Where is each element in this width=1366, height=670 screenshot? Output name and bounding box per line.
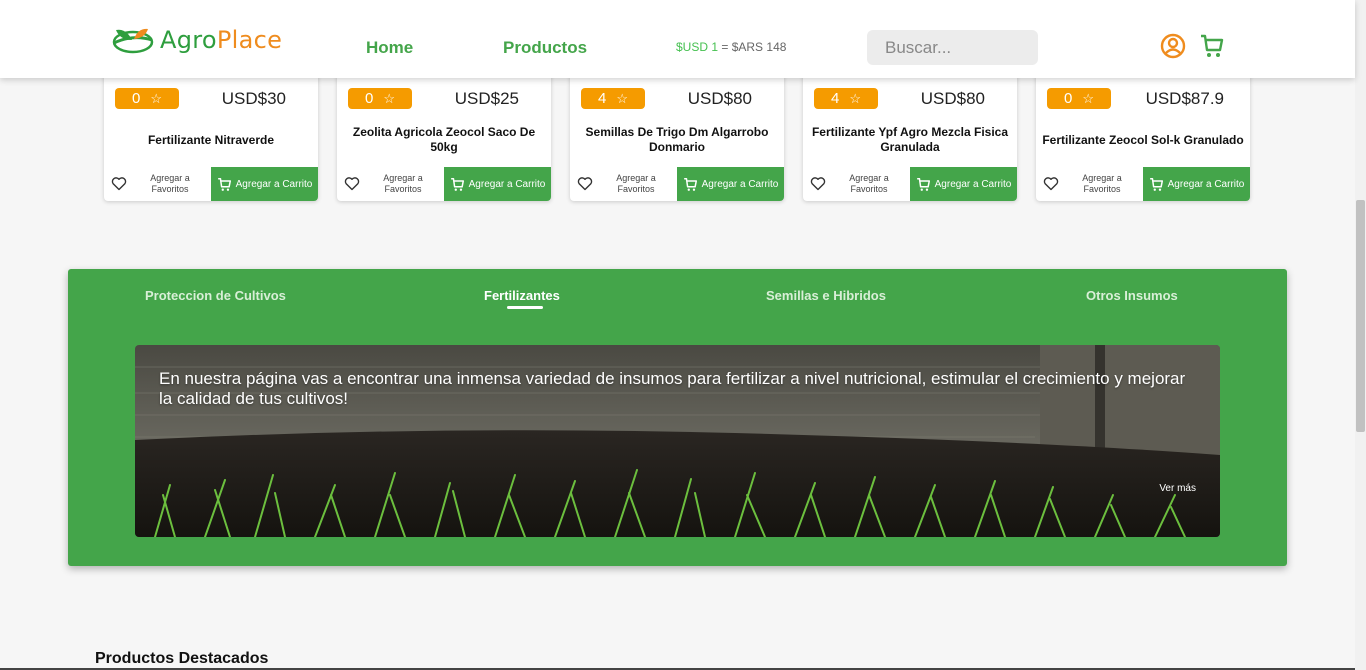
product-card[interactable]: 4 ☆ USD$80 Semillas De Trigo Dm Algarrobo… <box>570 70 784 201</box>
rating-badge: 4 ☆ <box>581 88 645 109</box>
product-name[interactable]: Zeolita Agricola Zeocol Saco De 50kg <box>343 123 545 157</box>
rating-badge: 0 ☆ <box>348 88 412 109</box>
heart-icon <box>344 177 360 191</box>
product-name[interactable]: Fertilizante Nitraverde <box>110 123 312 157</box>
heart-icon <box>810 177 826 191</box>
favorites-label: Agregar a Favoritos <box>150 173 190 194</box>
page-scrollbar[interactable] <box>1355 0 1366 670</box>
product-card[interactable]: 0 ☆ USD$25 Zeolita Agricola Zeocol Saco D… <box>337 70 551 201</box>
banner-description: En nuestra página vas a encontrar una in… <box>159 369 1186 408</box>
tab-proteccion-de-cultivos[interactable]: Proteccion de Cultivos <box>145 288 286 303</box>
cart-icon <box>217 177 231 191</box>
rating-value: 0 <box>132 90 141 107</box>
product-price: USD$25 <box>454 89 519 108</box>
heart-icon <box>1043 177 1059 191</box>
tab-fertilizantes[interactable]: Fertilizantes <box>484 288 560 303</box>
cart-icon <box>916 177 930 191</box>
featured-products-heading: Productos Destacados <box>95 650 269 667</box>
tab-semillas-e-hibridos[interactable]: Semillas e Hibridos <box>766 288 886 303</box>
product-price: USD$80 <box>687 89 752 108</box>
star-icon: ☆ <box>1082 90 1094 106</box>
favorites-label: Agregar a Favoritos <box>1082 173 1122 194</box>
add-to-cart-button[interactable]: Agregar a Carrito <box>677 167 784 201</box>
user-account-icon[interactable] <box>1160 33 1186 59</box>
exchange-rate-ars: = $ARS 148 <box>718 40 787 54</box>
active-tab-indicator <box>507 306 543 309</box>
product-price: USD$30 <box>221 89 286 108</box>
star-icon: ☆ <box>150 90 162 106</box>
logo-place: Place <box>216 26 283 54</box>
add-to-cart-label: Agregar a Carrito <box>468 178 546 190</box>
product-card[interactable]: 0 ☆ USD$30 Fertilizante Nitraverde Agrega… <box>104 70 318 201</box>
add-to-favorites-button[interactable]: Agregar a Favoritos <box>104 167 211 201</box>
add-to-cart-label: Agregar a Carrito <box>235 178 313 190</box>
rating-value: 4 <box>598 90 607 107</box>
rating-badge: 0 ☆ <box>115 88 179 109</box>
tab-otros-insumos[interactable]: Otros Insumos <box>1086 288 1178 303</box>
add-to-favorites-button[interactable]: Agregar a Favoritos <box>570 167 677 201</box>
add-to-favorites-button[interactable]: Agregar a Favoritos <box>1036 167 1143 201</box>
star-icon: ☆ <box>383 90 395 106</box>
favorites-label: Agregar a Favoritos <box>616 173 656 194</box>
scrollbar-thumb[interactable] <box>1356 200 1365 432</box>
favorites-label: Agregar a Favoritos <box>383 173 423 194</box>
product-price: USD$80 <box>920 89 985 108</box>
search-input[interactable] <box>867 30 1038 65</box>
nav-products-link[interactable]: Productos <box>503 38 587 58</box>
exchange-rate-usd: $USD 1 <box>676 40 719 54</box>
rating-badge: 4 ☆ <box>814 88 878 109</box>
ver-mas-link[interactable]: Ver más <box>1159 483 1196 494</box>
add-to-cart-label: Agregar a Carrito <box>934 178 1012 190</box>
rating-value: 0 <box>1064 90 1073 107</box>
product-name[interactable]: Semillas De Trigo Dm Algarrobo Donmario <box>576 123 778 157</box>
logo-agro: Agro <box>160 26 217 54</box>
star-icon: ☆ <box>616 90 628 106</box>
rating-value: 0 <box>365 90 374 107</box>
add-to-cart-button[interactable]: Agregar a Carrito <box>444 167 551 201</box>
add-to-cart-label: Agregar a Carrito <box>1167 178 1245 190</box>
add-to-cart-button[interactable]: Agregar a Carrito <box>1143 167 1250 201</box>
logo-icon <box>112 28 154 54</box>
rating-value: 4 <box>831 90 840 107</box>
product-price: USD$87.9 <box>1145 89 1224 108</box>
favorites-label: Agregar a Favoritos <box>849 173 889 194</box>
category-panel: Proteccion de Cultivos Fertilizantes Sem… <box>68 269 1287 566</box>
exchange-rate: $USD 1 = $ARS 148 <box>676 40 786 54</box>
add-to-cart-button[interactable]: Agregar a Carrito <box>211 167 318 201</box>
star-icon: ☆ <box>849 90 861 106</box>
cart-icon <box>683 177 697 191</box>
rating-badge: 0 ☆ <box>1047 88 1111 109</box>
add-to-favorites-button[interactable]: Agregar a Favoritos <box>803 167 910 201</box>
add-to-cart-button[interactable]: Agregar a Carrito <box>910 167 1017 201</box>
product-card[interactable]: 0 ☆ USD$87.9 Fertilizante Zeocol Sol-k Gr… <box>1036 70 1250 201</box>
product-card[interactable]: 4 ☆ USD$80 Fertilizante Ypf Agro Mezcla F… <box>803 70 1017 201</box>
add-to-cart-label: Agregar a Carrito <box>701 178 779 190</box>
shopping-cart-icon[interactable] <box>1199 33 1225 59</box>
add-to-favorites-button[interactable]: Agregar a Favoritos <box>337 167 444 201</box>
category-banner: En nuestra página vas a encontrar una in… <box>135 345 1220 537</box>
nav-home-link[interactable]: Home <box>366 38 413 58</box>
heart-icon <box>111 177 127 191</box>
logo[interactable]: AgroPlace <box>110 26 282 54</box>
heart-icon <box>577 177 593 191</box>
top-header: AgroPlace Home Productos $USD 1 = $ARS 1… <box>0 0 1355 78</box>
cart-icon <box>1149 177 1163 191</box>
product-name[interactable]: Fertilizante Zeocol Sol-k Granulado <box>1042 123 1244 157</box>
product-name[interactable]: Fertilizante Ypf Agro Mezcla Fisica Gran… <box>809 123 1011 157</box>
logo-text: AgroPlace <box>160 26 282 54</box>
cart-icon <box>450 177 464 191</box>
